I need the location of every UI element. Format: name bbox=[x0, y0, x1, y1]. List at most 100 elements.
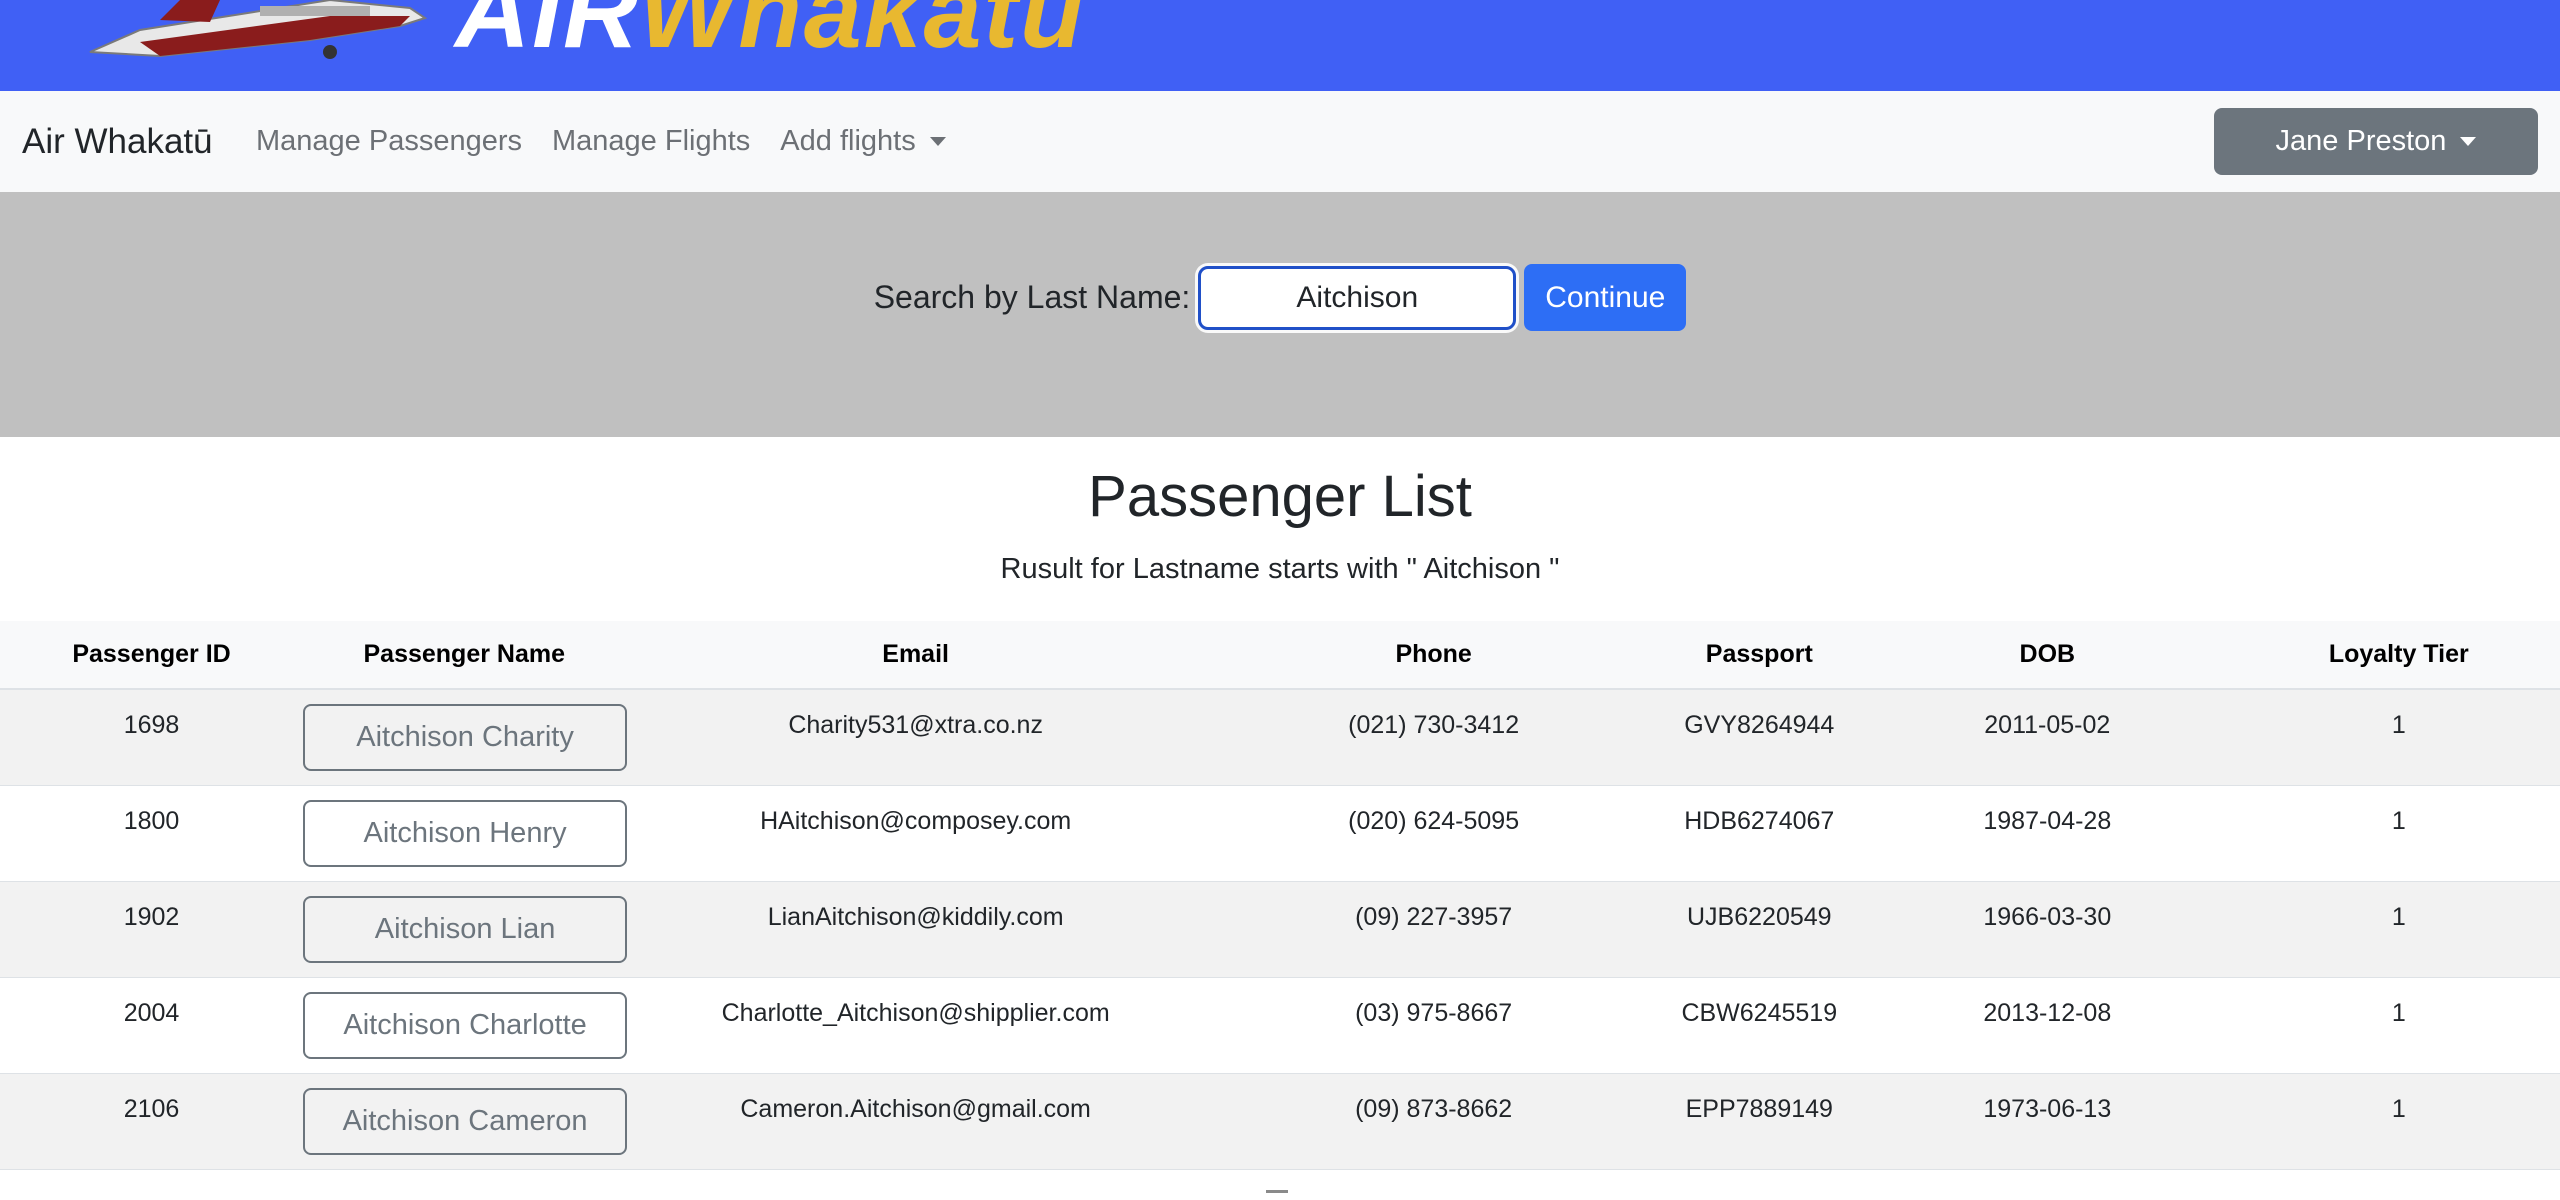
cell-email: Charlotte_Aitchison@shipplier.com bbox=[625, 977, 1206, 1074]
column-header-passport: Passport bbox=[1661, 621, 1858, 690]
user-name: Jane Preston bbox=[2275, 125, 2447, 157]
top-navbar: Air Whakatū Manage Passengers Manage Fli… bbox=[0, 91, 2560, 192]
passenger-id: 2004 bbox=[123, 999, 180, 1027]
passenger-table: Passenger ID Passenger Name Email Phone … bbox=[0, 621, 2560, 1170]
passenger-phone: (021) 730-3412 bbox=[1348, 711, 1520, 739]
passenger-dob: 2013-12-08 bbox=[1983, 999, 2112, 1027]
nav-links: Manage Passengers Manage Flights Add fli… bbox=[256, 91, 976, 192]
passenger-email: HAitchison@composey.com bbox=[760, 807, 1072, 835]
result-description: Rusult for Lastname starts with " Aitchi… bbox=[1000, 553, 1560, 585]
cell-passenger-name: Aitchison Henry bbox=[303, 785, 628, 882]
passenger-id: 1698 bbox=[123, 711, 180, 739]
cell-dob: 1987-04-28 bbox=[1857, 785, 2238, 882]
cell-passenger-name: Aitchison Cameron bbox=[303, 1073, 628, 1170]
airplane-logo-icon bbox=[89, 0, 428, 59]
passenger-loyalty-tier: 1 bbox=[2391, 807, 2406, 835]
cell-passenger-id: 2106 bbox=[0, 1073, 304, 1170]
cell-passport: HDB6274067 bbox=[1661, 785, 1858, 882]
nav-link-label: Manage Passengers bbox=[256, 125, 522, 157]
cell-passenger-name: Aitchison Charlotte bbox=[303, 977, 628, 1074]
passenger-phone: (09) 873-8662 bbox=[1355, 1095, 1513, 1123]
search-section: Search by Last Name: Continue bbox=[0, 192, 2560, 437]
cell-passenger-name: Aitchison Charity bbox=[303, 689, 628, 786]
cell-phone: (09) 873-8662 bbox=[1205, 1073, 1662, 1170]
cell-loyalty-tier: 1 bbox=[2237, 881, 2560, 978]
cell-phone: (020) 624-5095 bbox=[1205, 785, 1662, 882]
chevron-down-icon bbox=[2460, 137, 2477, 146]
cell-passport: UJB6220549 bbox=[1661, 881, 1858, 978]
column-header-passenger-id: Passenger ID bbox=[0, 621, 304, 690]
cell-passenger-id: 1800 bbox=[0, 785, 304, 882]
banner-brand-text: AIRWhakatū bbox=[455, 0, 1086, 64]
banner-brand-whakatu: Whakatū bbox=[638, 0, 1086, 70]
cell-dob: 2013-12-08 bbox=[1857, 977, 2238, 1074]
cell-phone: (03) 975-8667 bbox=[1205, 977, 1662, 1074]
column-header-phone: Phone bbox=[1205, 621, 1662, 690]
scroll-indicator bbox=[1266, 1190, 1288, 1193]
passenger-loyalty-tier: 1 bbox=[2391, 711, 2406, 739]
passenger-id: 1800 bbox=[123, 807, 180, 835]
cell-loyalty-tier: 1 bbox=[2237, 1073, 2560, 1170]
cell-passport: GVY8264944 bbox=[1661, 689, 1858, 786]
nav-link-label: Manage Flights bbox=[552, 125, 751, 157]
passenger-passport: EPP7889149 bbox=[1685, 1095, 1833, 1123]
table-header-row: Passenger ID Passenger Name Email Phone … bbox=[0, 621, 2560, 690]
passenger-name-button[interactable]: Aitchison Charity bbox=[303, 704, 628, 771]
last-name-search-input[interactable] bbox=[1198, 265, 1517, 330]
passenger-loyalty-tier: 1 bbox=[2391, 903, 2406, 931]
passenger-passport: GVY8264944 bbox=[1684, 711, 1835, 739]
passenger-name-button[interactable]: Aitchison Henry bbox=[303, 800, 628, 867]
cell-passenger-name: Aitchison Lian bbox=[303, 881, 628, 978]
passenger-name-button[interactable]: Aitchison Cameron bbox=[303, 1088, 628, 1155]
column-header-loyalty-tier: Loyalty Tier bbox=[2237, 621, 2560, 690]
column-header-email: Email bbox=[625, 621, 1206, 690]
passenger-loyalty-tier: 1 bbox=[2391, 1095, 2406, 1123]
passenger-id: 1902 bbox=[123, 903, 180, 931]
passenger-email: Charity531@xtra.co.nz bbox=[788, 711, 1043, 739]
chevron-down-icon bbox=[929, 137, 946, 146]
cell-email: LianAitchison@kiddily.com bbox=[625, 881, 1206, 978]
cell-phone: (09) 227-3957 bbox=[1205, 881, 1662, 978]
nav-dropdown-add-flights[interactable]: Add flights bbox=[780, 125, 946, 158]
passenger-email: LianAitchison@kiddily.com bbox=[767, 903, 1064, 931]
cell-passenger-id: 1902 bbox=[0, 881, 304, 978]
page-title: Passenger List bbox=[1088, 464, 1472, 529]
nav-link-manage-flights[interactable]: Manage Flights bbox=[552, 125, 750, 158]
cell-passenger-id: 1698 bbox=[0, 689, 304, 786]
continue-button[interactable]: Continue bbox=[1524, 264, 1687, 331]
table-row: 1698 Aitchison Charity Charity531@xtra.c… bbox=[0, 689, 2560, 786]
passenger-dob: 1973-06-13 bbox=[1983, 1095, 2112, 1123]
table-row: 2106 Aitchison Cameron Cameron.Aitchison… bbox=[0, 1073, 2560, 1170]
passenger-passport: HDB6274067 bbox=[1684, 807, 1835, 835]
passenger-phone: (020) 624-5095 bbox=[1348, 807, 1520, 835]
nav-link-manage-passengers[interactable]: Manage Passengers bbox=[256, 125, 522, 158]
cell-phone: (021) 730-3412 bbox=[1205, 689, 1662, 786]
search-label: Search by Last Name: bbox=[873, 279, 1191, 315]
passenger-phone: (03) 975-8667 bbox=[1355, 999, 1513, 1027]
table-row: 1800 Aitchison Henry HAitchison@composey… bbox=[0, 785, 2560, 882]
cell-email: HAitchison@composey.com bbox=[625, 785, 1206, 882]
table-row: 1902 Aitchison Lian LianAitchison@kiddil… bbox=[0, 881, 2560, 978]
cell-loyalty-tier: 1 bbox=[2237, 785, 2560, 882]
passenger-passport: UJB6220549 bbox=[1687, 903, 1832, 931]
header-banner: AIRWhakatū bbox=[0, 0, 2560, 91]
cell-loyalty-tier: 1 bbox=[2237, 977, 2560, 1074]
passenger-dob: 1987-04-28 bbox=[1983, 807, 2112, 835]
table-row: 2004 Aitchison Charlotte Charlotte_Aitch… bbox=[0, 977, 2560, 1074]
passenger-loyalty-tier: 1 bbox=[2391, 999, 2406, 1027]
navbar-brand[interactable]: Air Whakatū bbox=[22, 91, 213, 192]
passenger-dob: 2011-05-02 bbox=[1984, 711, 2111, 739]
cell-dob: 1966-03-30 bbox=[1857, 881, 2238, 978]
passenger-dob: 1966-03-30 bbox=[1983, 903, 2112, 931]
cell-email: Charity531@xtra.co.nz bbox=[625, 689, 1206, 786]
passenger-email: Charlotte_Aitchison@shipplier.com bbox=[721, 999, 1110, 1027]
cell-passenger-id: 2004 bbox=[0, 977, 304, 1074]
user-menu-button[interactable]: Jane Preston bbox=[2214, 108, 2538, 175]
banner-brand-air: AIR bbox=[455, 0, 639, 70]
cell-passport: EPP7889149 bbox=[1661, 1073, 1858, 1170]
passenger-email: Cameron.Aitchison@gmail.com bbox=[740, 1095, 1091, 1123]
cell-email: Cameron.Aitchison@gmail.com bbox=[625, 1073, 1206, 1170]
passenger-name-button[interactable]: Aitchison Lian bbox=[303, 896, 628, 963]
passenger-name-button[interactable]: Aitchison Charlotte bbox=[303, 992, 628, 1059]
column-header-dob: DOB bbox=[1857, 621, 2238, 690]
